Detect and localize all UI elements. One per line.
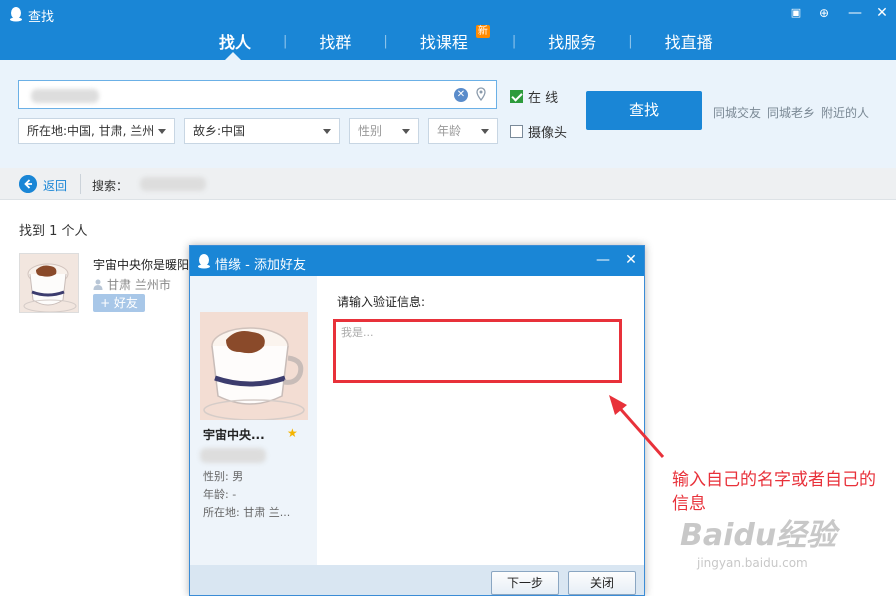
watermark-url: jingyan.baidu.com [697,556,808,570]
dialog-close-button[interactable]: ✕ [623,252,639,268]
link-same-city[interactable]: 同城交友 [713,104,761,121]
results-toolbar: 返回 搜索： [0,168,896,200]
minimize-button[interactable]: — [846,4,864,22]
online-label: 在 线 [528,91,559,106]
profile-name: 宇宙中央... [203,428,265,442]
clear-icon[interactable]: ✕ [454,88,468,102]
feedback-icon[interactable]: ▣ [787,4,805,22]
quick-links: 同城交友 同城老乡 附近的人 [713,104,869,121]
checkbox-unchecked[interactable] [510,125,523,138]
chevron-down-icon [158,129,166,134]
result-name[interactable]: 宇宙中央你是暖阳 [93,256,189,273]
tab-separator: | [383,33,388,49]
qq-penguin-icon [198,254,210,269]
link-nearby[interactable]: 附近的人 [821,104,869,121]
tab-find-courses[interactable]: 找课程新 [416,25,490,53]
gender-select-value: 性别 [358,124,383,138]
online-checkbox[interactable]: 在 线 [510,87,558,106]
profile-age: 年龄: - [203,488,237,501]
active-tab-indicator [225,52,241,60]
tab-find-groups[interactable]: 找群 [315,29,355,53]
redacted-query [140,177,206,191]
next-button[interactable]: 下一步 [491,571,559,595]
search-panel: ✕ 所在地:中国, 甘肃, 兰州 故乡:中国 性别 年龄 在 线 摄像头 查找 … [0,60,896,168]
window-title: 查找 [28,10,55,25]
divider [80,174,81,194]
watermark-logo: Baidu经验 [680,518,837,553]
annotation-arrow [609,395,665,458]
tab-find-live[interactable]: 找直播 [661,29,717,53]
hometown-select-value: 故乡:中国 [193,124,246,138]
hometown-select[interactable]: 故乡:中国 [184,118,340,144]
add-friend-dialog: 惜缘 - 添加好友 — ✕ 宇宙中央... ★ 性别: 男 年龄: - 所在地:… [189,245,645,596]
avatar [200,312,308,420]
redacted-account [200,448,266,463]
tab-bar: 找人 | 找群 | 找课程新 | 找服务 | 找直播 [200,22,717,60]
location-pin-icon[interactable] [476,87,486,101]
back-link[interactable]: 返回 [43,177,67,194]
search-label: 搜索： [92,179,129,193]
gender-select[interactable]: 性别 [349,118,419,144]
tab-find-courses-label: 找课程 [419,33,468,52]
result-location: 甘肃 兰州市 [93,276,171,293]
tab-separator: | [511,33,517,49]
close-button[interactable]: ✕ [873,4,891,22]
user-icon [93,279,103,290]
age-select[interactable]: 年龄 [428,118,498,144]
camera-checkbox[interactable]: 摄像头 [510,122,567,141]
profile-location: 所在地: 甘肃 兰... [203,506,291,519]
new-badge: 新 [475,25,490,38]
location-select-value: 所在地:中国, 甘肃, 兰州 [27,124,155,138]
qq-penguin-icon [10,7,22,22]
profile-gender: 性别: 男 [203,470,244,483]
result-location-text: 甘肃 兰州市 [107,278,171,292]
tab-find-people[interactable]: 找人 [215,29,255,53]
checkbox-checked[interactable] [510,90,523,103]
coffee-cup-image [200,312,308,420]
dialog-title-bar: 惜缘 - 添加好友 — ✕ [190,246,644,276]
profile-panel: 宇宙中央... ★ 性别: 男 年龄: - 所在地: 甘肃 兰... [190,276,317,566]
chevron-down-icon [481,129,489,134]
avatar[interactable] [19,253,79,313]
dialog-title: 惜缘 - 添加好友 [215,258,306,273]
age-select-value: 年龄 [437,124,462,138]
settings-icon[interactable]: ⊕ [815,4,833,22]
title-bar: 查找 ▣ ⊕ — ✕ 找人 | 找群 | 找课程新 | 找服务 | 找直播 [0,0,896,60]
redacted-query [31,89,99,103]
tab-separator: | [283,33,288,49]
dialog-minimize-button[interactable]: — [595,252,611,268]
link-same-hometown[interactable]: 同城老乡 [767,104,815,121]
verify-placeholder: 我是... [341,326,374,339]
back-arrow-icon[interactable] [19,175,37,193]
search-button[interactable]: 查找 [586,91,702,130]
verify-message-input[interactable]: 我是... [333,319,622,383]
verify-label: 请输入验证信息: [337,295,426,309]
location-select[interactable]: 所在地:中国, 甘肃, 兰州 [18,118,175,144]
chevron-down-icon [323,129,331,134]
results-count: 找到 1 个人 [19,224,88,239]
camera-label: 摄像头 [528,126,568,141]
annotation-text: 输入自己的名字或者自己的信息 [672,470,876,514]
add-friend-button[interactable]: + 好友 [93,294,145,312]
coffee-cup-image [20,254,78,312]
tab-separator: | [628,33,633,49]
search-input[interactable]: ✕ [18,80,497,109]
star-icon: ★ [287,426,298,440]
tab-find-services[interactable]: 找服务 [544,29,600,53]
dialog-footer: 下一步 关闭 [190,565,644,595]
chevron-down-icon [402,129,410,134]
close-dialog-button[interactable]: 关闭 [568,571,636,595]
